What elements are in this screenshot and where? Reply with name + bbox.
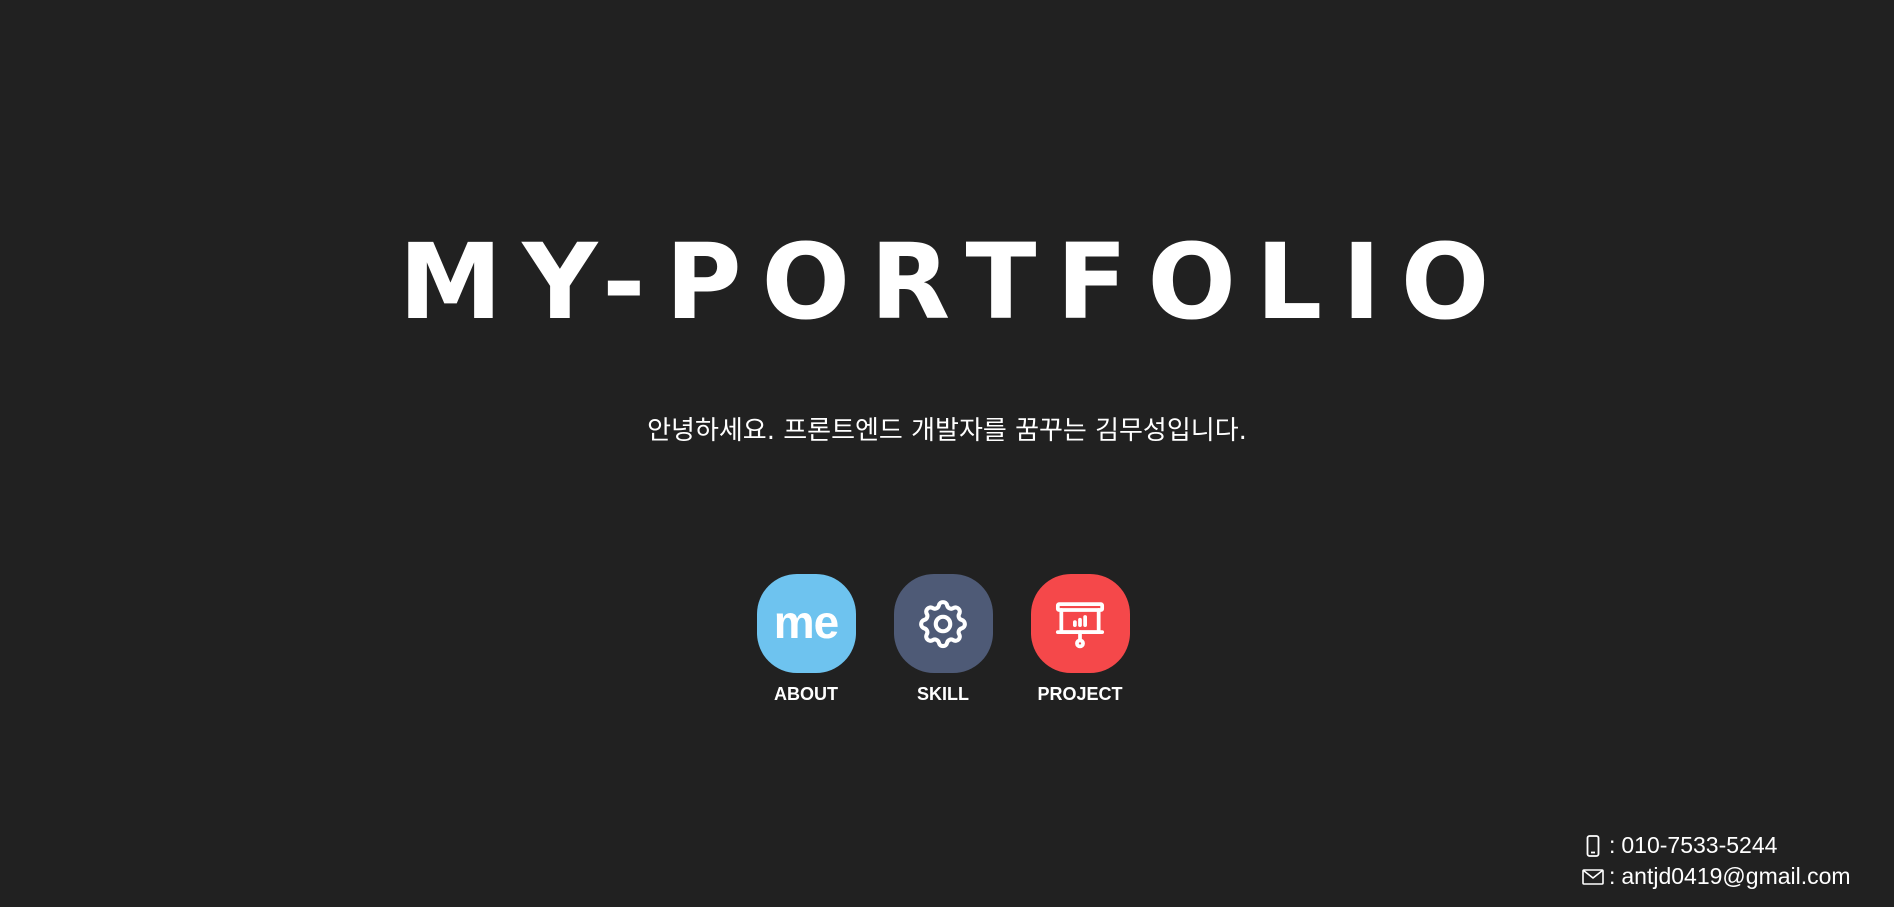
skill-app-button[interactable]: SKILL [883, 574, 1003, 705]
presentation-board-icon [1055, 601, 1105, 648]
email-separator: : [1609, 863, 1616, 889]
intro-subtitle: 안녕하세요. 프론트엔드 개발자를 꿈꾸는 김무성입니다. [647, 416, 1247, 446]
project-app-label: PROJECT [1037, 684, 1123, 704]
email-address: antjd0419@gmail.com [1621, 863, 1851, 889]
mobile-phone-icon [1581, 834, 1605, 858]
me-icon: me [773, 595, 839, 648]
about-app-tile[interactable]: me [756, 574, 856, 673]
app-icon-menu: me ABOUT SKILL PROJECT [756, 574, 1132, 705]
gear-icon [919, 599, 967, 648]
about-app-label: ABOUT [774, 684, 838, 704]
phone-number: 010-7533-5244 [1621, 832, 1778, 858]
project-app-tile[interactable] [1030, 574, 1130, 673]
about-app-button[interactable]: me ABOUT [746, 574, 866, 705]
email-contact: : antjd0419@gmail.com [1581, 861, 1881, 892]
envelope-icon [1581, 865, 1605, 889]
phone-separator: : [1609, 832, 1616, 858]
page-title: MY-PORTFOLIO [398, 221, 1510, 343]
skill-app-label: SKILL [917, 684, 969, 704]
contact-info: : 010-7533-5244 : antjd0419@gmail.com [1581, 830, 1881, 892]
project-app-button[interactable]: PROJECT [1020, 574, 1140, 705]
skill-app-tile[interactable] [893, 574, 993, 673]
phone-contact: : 010-7533-5244 [1581, 830, 1881, 861]
